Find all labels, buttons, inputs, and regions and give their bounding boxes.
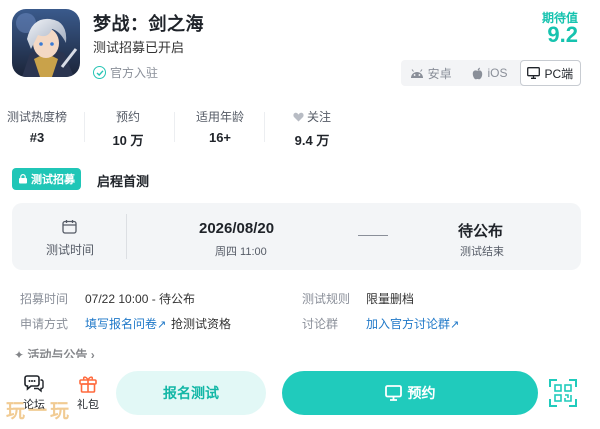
join-group-label: 加入官方讨论群: [366, 317, 451, 331]
official-badge: 官方入驻: [93, 64, 158, 81]
test-start-time: 周四 11:00: [215, 246, 267, 258]
score-value: 9.2: [547, 22, 578, 47]
join-group-link[interactable]: 加入官方讨论群↗: [366, 315, 459, 332]
platform-label-ios: iOS: [487, 66, 508, 80]
lock-icon: [19, 174, 27, 184]
recruit-badge: 测试招募: [12, 168, 81, 190]
gift-label: 礼包: [77, 399, 99, 411]
divider: [84, 112, 85, 142]
platform-switcher: 安卓 iOS PC端: [401, 60, 581, 86]
gift-button[interactable]: 礼包: [71, 374, 105, 412]
apple-icon: [473, 67, 483, 79]
scan-qr-icon[interactable]: [549, 379, 577, 407]
test-time-card: 测试时间 2026/08/20 周四 11:00 待公布 测试结束: [12, 203, 581, 270]
stat-age-rating: 适用年龄 16+: [190, 108, 250, 145]
stat-value: #3: [29, 130, 45, 145]
reserve-label: 预约: [407, 385, 436, 401]
game-subtitle: 测试招募已开启: [93, 40, 185, 55]
stat-label: 测试热度榜: [6, 110, 67, 124]
arrow-line: [358, 235, 388, 236]
platform-tab-pc[interactable]: PC端: [519, 60, 581, 86]
external-link-icon: ↗: [450, 319, 460, 331]
game-app-icon: [12, 9, 80, 77]
game-stats: 测试热度榜 #3 预约 10 万 适用年龄 16+ 关注 9.4 万: [0, 108, 345, 148]
test-rule-key: 测试规则: [302, 292, 351, 306]
recruit-time-key: 招募时间: [20, 292, 69, 306]
recruit-time-value: 07/22 10:00 - 待公布: [85, 292, 196, 306]
bottom-action-bar: 论坛 礼包 报名测试 预约 玩一玩: [0, 358, 600, 429]
heart-icon: [293, 112, 304, 121]
recruit-title: 启程首测: [97, 174, 150, 189]
test-time-label: 测试时间: [46, 243, 95, 257]
platform-label-android: 安卓: [427, 66, 452, 81]
external-link-icon: ↗: [157, 319, 167, 331]
stat-label: 关注: [306, 110, 331, 124]
survey-link-label: 填写报名问卷: [85, 317, 158, 331]
discussion-group-key: 讨论群: [302, 317, 339, 331]
android-icon: [410, 68, 423, 78]
game-title: 梦战：剑之海: [93, 14, 204, 34]
check-circle-icon: [93, 66, 106, 79]
survey-link[interactable]: 填写报名问卷↗: [85, 315, 166, 332]
test-rule-value: 限量删档: [366, 292, 415, 306]
gift-icon: [79, 376, 97, 393]
stat-followers[interactable]: 关注 9.4 万: [282, 108, 342, 149]
stat-label: 适用年龄: [195, 110, 244, 124]
divider: [126, 214, 127, 259]
platform-tab-ios[interactable]: iOS: [460, 60, 519, 86]
stat-reservations: 预约 10 万: [100, 108, 156, 149]
test-end-value: 待公布: [458, 223, 504, 240]
divider: [174, 112, 175, 142]
calendar-icon: [62, 220, 77, 234]
official-label: 官方入驻: [110, 66, 159, 80]
stat-label: 预约: [115, 110, 140, 124]
apply-method-key: 申请方式: [20, 317, 69, 331]
test-end-label: 测试结束: [460, 246, 504, 258]
stat-value: 9.4 万: [294, 133, 330, 148]
platform-tab-android[interactable]: 安卓: [401, 60, 460, 86]
forum-icon: [24, 375, 44, 393]
stat-value: 10 万: [112, 133, 144, 148]
monitor-icon: [527, 67, 541, 79]
divider: [264, 112, 265, 142]
test-start-date: 2026/08/20: [199, 220, 275, 237]
monitor-icon: [384, 385, 402, 401]
stat-value: 16+: [208, 130, 232, 145]
recruit-badge-label: 测试招募: [31, 174, 75, 186]
reserve-button[interactable]: 预约: [282, 371, 538, 415]
stat-hot-rank[interactable]: 测试热度榜 #3: [5, 108, 69, 145]
stat-label-row: 关注: [282, 108, 342, 125]
platform-label-pc: PC端: [544, 66, 574, 81]
watermark-logo: 玩一玩: [6, 401, 73, 422]
signup-test-button[interactable]: 报名测试: [116, 371, 266, 415]
apply-method-suffix: 抢测试资格: [171, 317, 232, 331]
